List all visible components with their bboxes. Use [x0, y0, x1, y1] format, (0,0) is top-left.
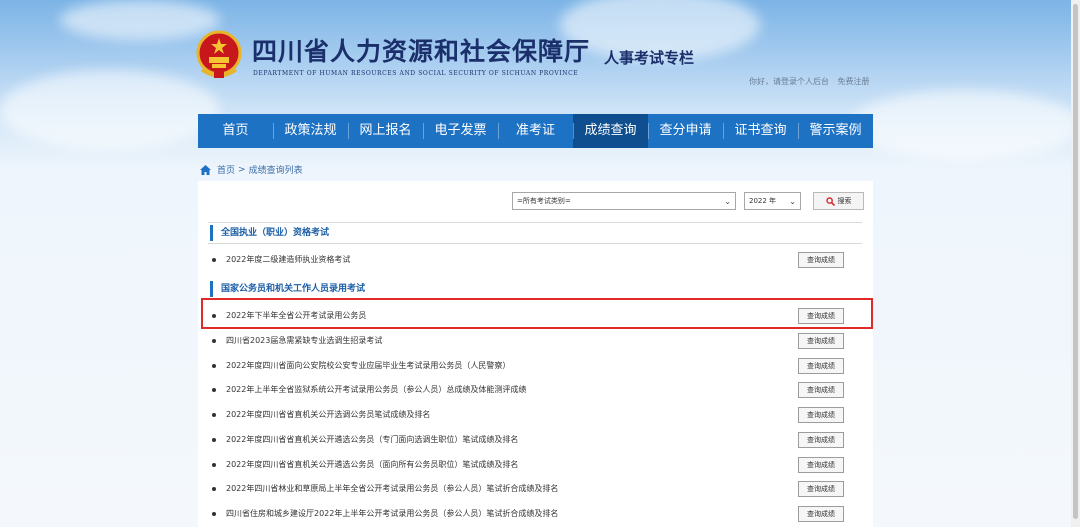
exam-title[interactable]: 2022年四川省林业和草原局上半年全省公开考试录用公务员（参公人员）笔试折合成绩… [226, 483, 558, 494]
login-link[interactable]: 你好，请登录个人后台 [749, 77, 829, 86]
exam-title[interactable]: 2022年度二级建造师执业资格考试 [226, 254, 350, 265]
site-subtitle: DEPARTMENT OF HUMAN RESOURCES AND SOCIAL… [253, 70, 579, 77]
exam-title[interactable]: 2022年度四川省省直机关公开遴选公务员（专门面向选调生职位）笔试成绩及排名 [226, 434, 518, 445]
bullet [212, 463, 216, 467]
bullet [212, 438, 216, 442]
breadcrumb: 首页 > 成绩查询列表 [200, 163, 306, 176]
query-score-button[interactable]: 查询成绩 [798, 382, 844, 398]
search-button[interactable]: 搜索 [813, 192, 864, 210]
list-item: 四川省住房和城乡建设厅2022年上半年公开考试录用公务员（参公人员）笔试折合成绩… [210, 505, 850, 523]
bullet [212, 339, 216, 343]
section-title: 全国执业（职业）资格考试 [210, 225, 862, 241]
background-cloud [850, 90, 1080, 160]
query-score-button[interactable]: 查询成绩 [798, 333, 844, 349]
nav-item-invoice[interactable]: 电子发票 [423, 114, 498, 148]
national-emblem-icon [196, 30, 242, 78]
query-score-button[interactable]: 查询成绩 [798, 481, 844, 497]
list-item: 2022年度四川省省直机关公开选调公务员笔试成绩及排名 查询成绩 [210, 406, 850, 424]
register-link[interactable]: 免费注册 [838, 77, 870, 86]
bullet [212, 388, 216, 392]
nav-item-registration[interactable]: 网上报名 [348, 114, 423, 148]
score-list-panel: =所有考试类别= ⌄ 2022 年 ⌄ 搜索 全国执业（职业）资格考试 2022… [198, 181, 873, 527]
query-score-button[interactable]: 查询成绩 [798, 407, 844, 423]
site-title: 四川省人力资源和社会保障厅 [252, 37, 591, 66]
list-item: 2022年度二级建造师执业资格考试 查询成绩 [210, 251, 850, 269]
list-item: 四川省2023届急需紧缺专业选调生招录考试 查询成绩 [210, 332, 850, 350]
breadcrumb-home[interactable]: 首页 [217, 163, 235, 176]
exam-title[interactable]: 四川省2023届急需紧缺专业选调生招录考试 [226, 335, 382, 346]
background-cloud [0, 70, 220, 150]
list-item: 2022年度四川省省直机关公开遴选公务员（面向所有公务员职位）笔试成绩及排名 查… [210, 456, 850, 474]
chevron-down-icon: ⌄ [724, 196, 731, 206]
list-item: 2022年四川省林业和草原局上半年全省公开考试录用公务员（参公人员）笔试折合成绩… [210, 480, 850, 498]
filter-bar: =所有考试类别= ⌄ 2022 年 ⌄ 搜索 [512, 192, 864, 210]
nav-item-score-query[interactable]: 成绩查询 [573, 114, 648, 148]
home-icon [200, 164, 211, 175]
exam-title[interactable]: 2022年度四川省省直机关公开选调公务员笔试成绩及排名 [226, 409, 430, 420]
highlight-annotation [201, 298, 873, 329]
user-links: 你好，请登录个人后台 免费注册 [749, 76, 876, 87]
column-title: 人事考试专栏 [604, 49, 695, 67]
nav-item-policy[interactable]: 政策法规 [273, 114, 348, 148]
exam-title[interactable]: 2022年度四川省面向公安院校公安专业应届毕业生考试录用公务员（人民警察） [226, 360, 510, 371]
section-title: 国家公务员和机关工作人员录用考试 [210, 281, 862, 297]
nav-item-score-review[interactable]: 查分申请 [648, 114, 723, 148]
bullet [212, 258, 216, 262]
exam-title[interactable]: 2022年度四川省省直机关公开遴选公务员（面向所有公务员职位）笔试成绩及排名 [226, 459, 518, 470]
divider [208, 222, 862, 223]
query-score-button[interactable]: 查询成绩 [798, 457, 844, 473]
bullet [212, 487, 216, 491]
nav-item-warning-cases[interactable]: 警示案例 [798, 114, 873, 148]
divider [208, 243, 862, 244]
page-scrollbar[interactable] [1071, 0, 1080, 527]
breadcrumb-current: 成绩查询列表 [248, 166, 303, 176]
exam-category-value: =所有考试类别= [517, 197, 571, 205]
year-value: 2022 年 [749, 197, 777, 205]
search-icon [825, 196, 835, 206]
query-score-button[interactable]: 查询成绩 [798, 252, 844, 268]
scrollbar-thumb[interactable] [1073, 4, 1078, 519]
main-nav: 首页 政策法规 网上报名 电子发票 准考证 成绩查询 查分申请 证书查询 警示案… [198, 114, 873, 148]
year-select[interactable]: 2022 年 ⌄ [744, 192, 801, 210]
query-score-button[interactable]: 查询成绩 [798, 358, 844, 374]
list-item: 2022年度四川省面向公安院校公安专业应届毕业生考试录用公务员（人民警察） 查询… [210, 357, 850, 375]
list-item: 2022年度四川省省直机关公开遴选公务员（专门面向选调生职位）笔试成绩及排名 查… [210, 431, 850, 449]
query-score-button[interactable]: 查询成绩 [798, 432, 844, 448]
list-item: 2022年上半年全省监狱系统公开考试录用公务员（参公人员）总成绩及体能测评成绩 … [210, 381, 850, 399]
chevron-down-icon: ⌄ [789, 196, 796, 206]
breadcrumb-separator: > [238, 164, 246, 175]
bullet [212, 413, 216, 417]
bullet [212, 364, 216, 368]
exam-title[interactable]: 2022年上半年全省监狱系统公开考试录用公务员（参公人员）总成绩及体能测评成绩 [226, 384, 526, 395]
nav-item-certificate[interactable]: 证书查询 [723, 114, 798, 148]
exam-category-select[interactable]: =所有考试类别= ⌄ [512, 192, 736, 210]
nav-item-home[interactable]: 首页 [198, 114, 273, 148]
search-label: 搜索 [837, 197, 852, 205]
query-score-button[interactable]: 查询成绩 [798, 506, 844, 522]
nav-item-admission-ticket[interactable]: 准考证 [498, 114, 573, 148]
bullet [212, 512, 216, 516]
exam-title[interactable]: 四川省住房和城乡建设厅2022年上半年公开考试录用公务员（参公人员）笔试折合成绩… [226, 508, 558, 519]
